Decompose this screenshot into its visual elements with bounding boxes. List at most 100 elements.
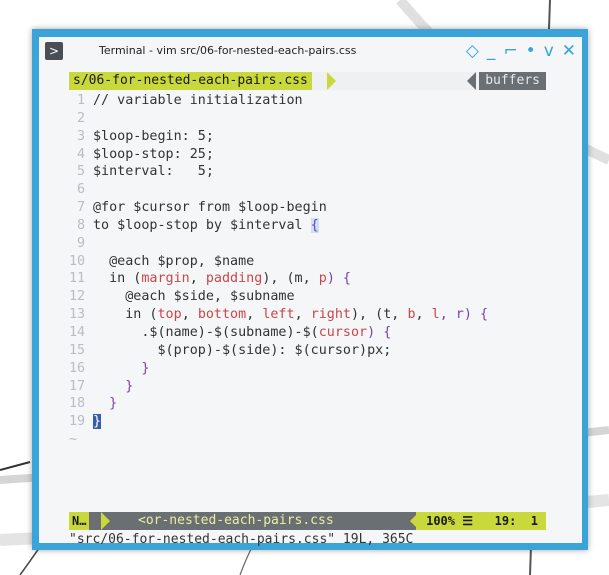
line-number: 8	[76, 217, 85, 233]
code-line: 17 }	[69, 378, 546, 396]
terminal-app-icon[interactable]: >	[45, 42, 63, 60]
line-number: 1	[76, 93, 85, 108]
status-filename: <or-nested-each-pairs.css	[138, 513, 334, 528]
code-token: left	[262, 307, 295, 323]
code-line: 12 @each $side, $subname	[69, 288, 546, 306]
minimize-icon[interactable]: _	[487, 41, 496, 61]
code-line: 5 $interval: 5;	[69, 163, 546, 181]
line-number: 9	[76, 235, 85, 251]
code-line: 7 @for $cursor from $loop-begin	[69, 199, 546, 217]
line-number: 18	[69, 396, 86, 412]
code-token: b	[407, 307, 416, 323]
line-number: 17	[69, 378, 86, 394]
code-text: $(prop)-$(side): $(cursor)px;	[93, 342, 392, 358]
code-line: 16 }	[69, 360, 546, 378]
line-number: 7	[76, 200, 85, 216]
code-buffer[interactable]: 1 // variable initialization 2 3 $loop-beg…	[69, 92, 546, 449]
line-number: 11	[69, 271, 86, 287]
line-number: 3	[76, 128, 85, 144]
title-bar[interactable]: > Terminal - vim src/06-for-nested-each-…	[39, 37, 582, 67]
vim-tabline: s/06-for-nested-each-pairs.css buffers	[69, 72, 546, 90]
code-line: 10 @each $prop, $name	[69, 253, 546, 271]
code-text: in (	[93, 307, 158, 323]
code-text: ,	[189, 271, 206, 287]
code-text: to $loop-stop by $interval	[93, 217, 311, 233]
vim-statusline: N… <or-nested-each-pairs.css 100% ☰ 19: …	[69, 512, 546, 530]
code-line: 14 .$(name)-$(subname)-$(cursor) {	[69, 324, 546, 342]
tab-active-file[interactable]: s/06-for-nested-each-pairs.css	[69, 72, 312, 90]
code-token: p	[318, 271, 327, 287]
code-token: cursor	[318, 324, 368, 340]
line-number: 13	[69, 307, 86, 323]
code-text: in (	[93, 271, 142, 287]
maximize-icon[interactable]: ⌐	[503, 41, 517, 61]
code-text: $interval: 5;	[93, 164, 214, 180]
matching-brace: {	[310, 217, 319, 233]
code-text: @for $cursor from $loop-begin	[93, 200, 327, 216]
code-line: 1 // variable initialization	[69, 92, 546, 110]
code-text: ), (t,	[351, 307, 408, 323]
code-brace: ) {	[326, 271, 351, 287]
line-number: 10	[69, 253, 86, 269]
menu-dot-icon[interactable]: •	[526, 41, 536, 61]
window-controls: ◇ _ ⌐ • v ✕	[466, 39, 576, 63]
line-number: 6	[76, 182, 85, 198]
code-line: 6	[69, 181, 546, 199]
terminal-window: > Terminal - vim src/06-for-nested-each-…	[39, 37, 582, 547]
empty-buffer-line: ~	[69, 431, 546, 449]
code-line: 3 $loop-begin: 5;	[69, 128, 546, 146]
line-number: 12	[69, 289, 86, 305]
window-title: Terminal - vim src/06-for-nested-each-pa…	[99, 44, 357, 57]
code-token: padding	[205, 271, 263, 287]
code-text: @each $prop, $name	[93, 253, 255, 269]
code-line: 4 $loop-stop: 25;	[69, 146, 546, 164]
shade-icon[interactable]: v	[544, 41, 554, 61]
code-text: ,	[415, 307, 432, 323]
code-line: 13 in (top, bottom, left, right), (t, b,…	[69, 306, 546, 324]
code-text: ,	[181, 307, 198, 323]
code-line: 2	[69, 110, 546, 128]
command-line-message: "src/06-for-nested-each-pairs.css" 19L, …	[69, 532, 414, 547]
code-token: right	[310, 307, 351, 323]
line-number: 19	[69, 414, 86, 430]
code-text: // variable initialization	[93, 93, 303, 108]
line-number: 4	[76, 146, 85, 162]
code-line: 9	[69, 235, 546, 253]
text-cursor: }	[93, 414, 102, 430]
tab-buffers[interactable]: buffers	[479, 72, 546, 90]
code-text: .$(name)-$(subname)-$(	[93, 324, 319, 340]
code-line: 19}	[69, 413, 546, 431]
line-number: 15	[69, 342, 86, 358]
tab-separator-icon	[327, 72, 336, 90]
code-text: ,	[246, 307, 263, 323]
status-position: 100% ☰ 19: 1	[416, 512, 546, 530]
code-brace: }	[93, 396, 118, 412]
code-line: 8 to $loop-stop by $interval {	[69, 217, 546, 235]
code-token: l	[431, 307, 440, 323]
buffers-separator-icon	[467, 72, 476, 90]
code-brace: }	[93, 378, 134, 394]
code-line: 15 $(prop)-$(side): $(cursor)px;	[69, 342, 546, 360]
mode-separator-icon	[101, 512, 110, 530]
code-brace: ) {	[367, 324, 392, 340]
code-token: bottom	[197, 307, 247, 323]
close-icon[interactable]: ✕	[562, 41, 576, 61]
code-text: ,	[294, 307, 311, 323]
code-line: 18 }	[69, 395, 546, 413]
code-text: $loop-stop: 25;	[93, 146, 214, 162]
line-number: 2	[76, 110, 85, 126]
code-text: ), (m,	[262, 271, 319, 287]
line-number: 14	[69, 324, 86, 340]
code-token: margin	[141, 271, 190, 287]
code-token: top	[157, 307, 182, 323]
code-text: @each $side, $subname	[93, 289, 295, 305]
code-line: 11 in (margin, padding), (m, p) {	[69, 270, 546, 288]
code-brace: , r) {	[439, 307, 489, 323]
sticky-icon[interactable]: ◇	[466, 41, 479, 61]
code-text: $loop-begin: 5;	[93, 128, 214, 144]
line-number: 16	[69, 360, 86, 376]
tilde-marker: ~	[69, 432, 78, 448]
mode-indicator: N…	[69, 512, 90, 530]
code-brace: }	[93, 360, 150, 376]
line-number: 5	[76, 164, 85, 180]
